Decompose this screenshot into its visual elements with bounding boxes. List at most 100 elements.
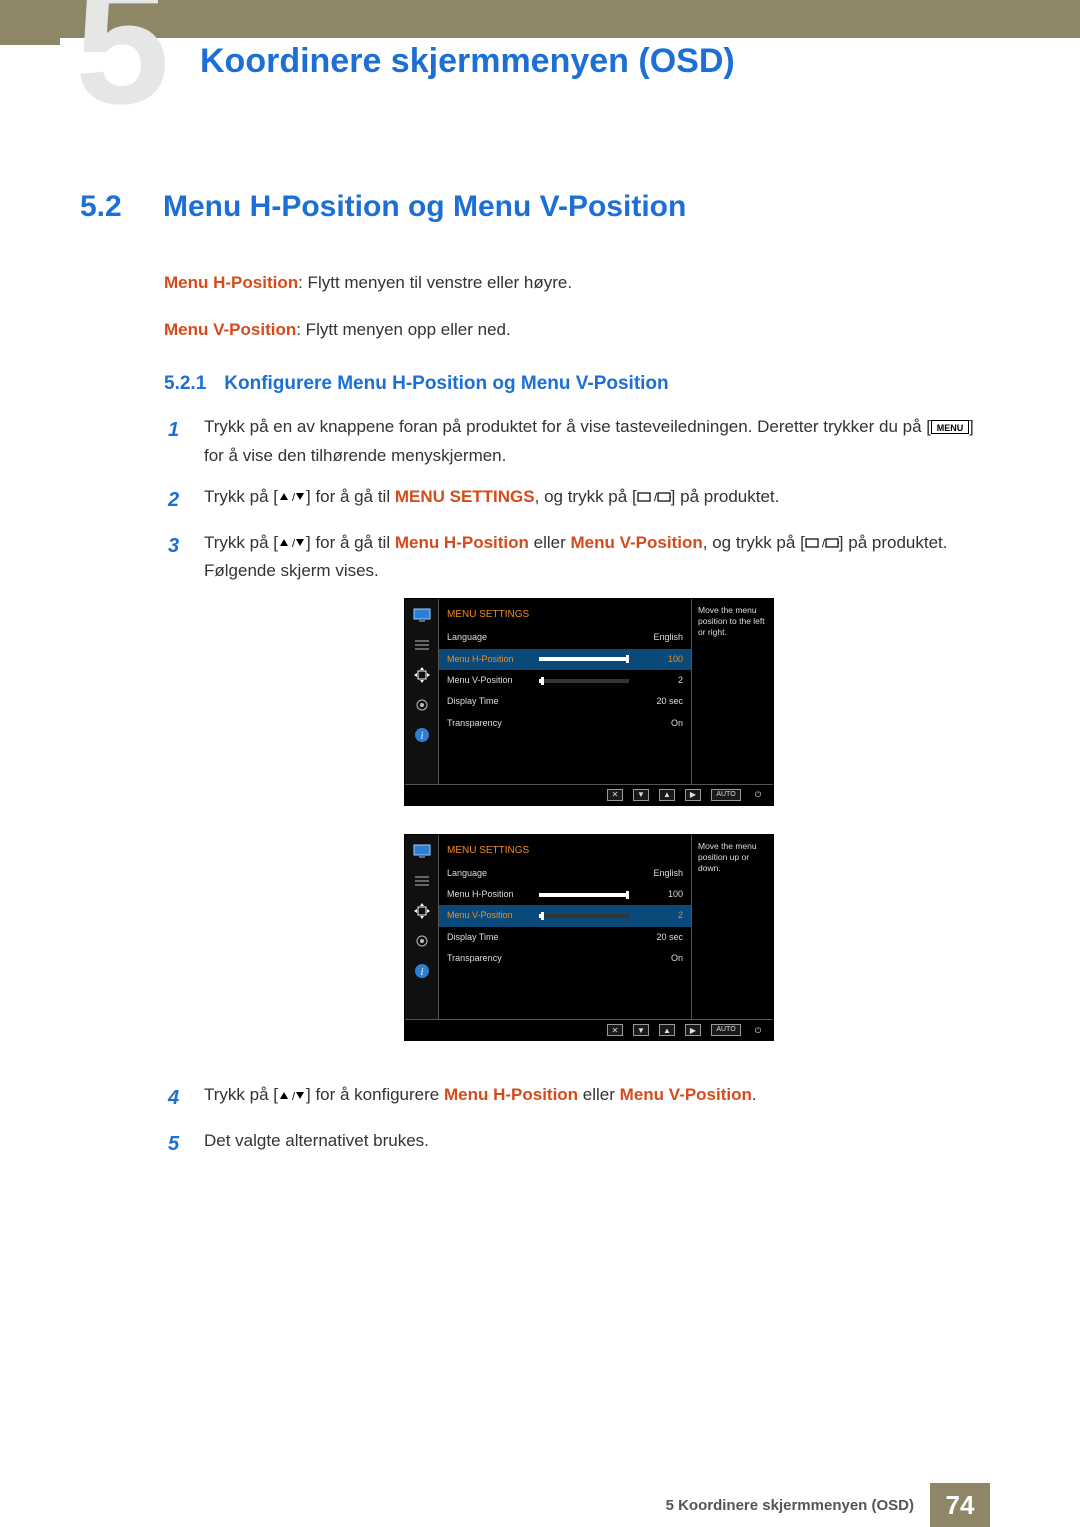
row-val: On	[639, 716, 683, 731]
step-list: 1 Trykk på en av knappene foran på produ…	[168, 413, 980, 1162]
s4f: .	[752, 1085, 757, 1104]
row-label: Menu V-Position	[447, 673, 539, 688]
osd-title: MENU SETTINGS	[439, 835, 691, 863]
slider-bar	[539, 893, 629, 897]
row-label: Language	[447, 866, 539, 881]
down-icon: ▼	[633, 789, 649, 801]
s4e: Menu V-Position	[620, 1085, 752, 1104]
svg-text:i: i	[420, 967, 423, 978]
v-text: : Flytt menyen opp eller ned.	[296, 320, 511, 339]
s2d: , og trykk på [	[535, 487, 637, 506]
h-label: Menu H-Position	[164, 273, 298, 292]
svg-text:i: i	[420, 731, 423, 742]
close-icon: ✕	[607, 1024, 623, 1036]
power-icon: ⏻	[751, 789, 765, 801]
osd-tip: Move the menu position to the left or ri…	[691, 599, 773, 783]
subsection-number: 5.2.1	[164, 373, 206, 395]
s4a: Trykk på [	[204, 1085, 278, 1104]
osd-bottom-bar: ✕ ▼ ▲ ▶ AUTO ⏻	[405, 784, 773, 805]
step-3: 3 Trykk på [/] for å gå til Menu H-Posit…	[168, 529, 980, 1070]
up-icon: ▲	[659, 789, 675, 801]
chapter-number-large: 5	[75, 0, 170, 130]
row-label: Menu V-Position	[447, 908, 539, 923]
step-num: 3	[168, 529, 186, 1070]
osd-tip: Move the menu position up or down.	[691, 835, 773, 1019]
power-icon: ⏻	[751, 1024, 765, 1036]
top-band	[60, 0, 1080, 38]
menu-button-icon: MENU	[931, 420, 969, 434]
osd-row-transparency: Transparency On	[439, 713, 691, 734]
auto-button: AUTO	[711, 789, 741, 801]
up-down-icon: /	[278, 491, 306, 503]
slider-bar	[539, 657, 629, 661]
list-icon	[412, 637, 432, 653]
s2e: ] på produktet.	[671, 487, 780, 506]
row-label: Display Time	[447, 694, 539, 709]
osd-1: i MENU SETTINGS LanguageEnglish Menu H-P…	[404, 598, 774, 805]
subsection-title: Konfigurere Menu H-Position og Menu V-Po…	[224, 373, 668, 395]
row-val: 100	[639, 652, 683, 667]
row-label: Menu H-Position	[447, 887, 539, 902]
s5: Det valgte alternativet brukes.	[204, 1127, 980, 1161]
info-icon: i	[412, 727, 432, 743]
osd-row-language: LanguageEnglish	[439, 627, 691, 648]
footer-page-number: 74	[930, 1483, 990, 1527]
s3c: Menu H-Position	[395, 533, 529, 552]
osd-sidebar: i	[405, 835, 439, 1019]
row-val: English	[639, 866, 683, 881]
osd-row-v: Menu V-Position 2	[439, 670, 691, 691]
section-title: Menu H-Position og Menu V-Position	[163, 190, 686, 224]
svg-text:/: /	[292, 538, 296, 549]
s2c: MENU SETTINGS	[395, 487, 535, 506]
body: Menu H-Position: Flytt menyen til venstr…	[164, 269, 980, 1161]
osd-sidebar: i	[405, 599, 439, 783]
gear-icon	[412, 697, 432, 713]
position-icon	[412, 903, 432, 919]
up-down-icon: /	[278, 1090, 306, 1102]
osd-row-h-selected: Menu H-Position100	[439, 649, 691, 670]
slider-bar	[539, 679, 629, 683]
position-icon	[412, 667, 432, 683]
svg-text:MENU: MENU	[937, 423, 964, 433]
section-number: 5.2	[80, 190, 135, 224]
monitor-icon	[412, 607, 432, 623]
svg-text:/: /	[292, 492, 296, 503]
close-icon: ✕	[607, 789, 623, 801]
s4b: ] for å konfigurere	[306, 1085, 444, 1104]
row-label: Display Time	[447, 930, 539, 945]
chapter-title: Koordinere skjermmenyen (OSD)	[200, 42, 735, 81]
info-icon: i	[412, 963, 432, 979]
step-num: 2	[168, 483, 186, 517]
osd-row-language: Language English	[439, 863, 691, 884]
row-val: On	[639, 951, 683, 966]
section-heading: 5.2 Menu H-Position og Menu V-Position	[80, 190, 990, 224]
step-num: 1	[168, 413, 186, 471]
list-icon	[412, 873, 432, 889]
row-val: 100	[639, 887, 683, 902]
subsection-heading: 5.2.1 Konfigurere Menu H-Position og Men…	[164, 373, 980, 395]
s3b: ] for å gå til	[306, 533, 395, 552]
osd-2: i MENU SETTINGS Language English Menu H-P…	[404, 834, 774, 1041]
footer: 5 Koordinere skjermmenyen (OSD) 74	[0, 1483, 1080, 1527]
row-val: 2	[639, 673, 683, 688]
osd-bottom-bar: ✕ ▼ ▲ ▶ AUTO ⏻	[405, 1019, 773, 1040]
osd-row-transparency: TransparencyOn	[439, 948, 691, 969]
right-icon: ▶	[685, 1024, 701, 1036]
osd-row-v-selected: Menu V-Position2	[439, 905, 691, 926]
step-1: 1 Trykk på en av knappene foran på produ…	[168, 413, 980, 471]
row-val: 20 sec	[639, 694, 683, 709]
row-label: Transparency	[447, 716, 539, 731]
s1a: Trykk på en av knappene foran på produkt…	[204, 417, 931, 436]
osd-main: MENU SETTINGS LanguageEnglish Menu H-Pos…	[439, 599, 691, 783]
up-down-icon: /	[278, 537, 306, 549]
step-num: 5	[168, 1127, 186, 1161]
monitor-icon	[412, 843, 432, 859]
content-area: 5.2 Menu H-Position og Menu V-Position M…	[80, 190, 990, 1173]
v-label: Menu V-Position	[164, 320, 296, 339]
auto-button: AUTO	[711, 1024, 741, 1036]
osd-row-display-time: Display Time 20 sec	[439, 691, 691, 712]
s2b: ] for å gå til	[306, 487, 395, 506]
osd-main: MENU SETTINGS Language English Menu H-Pos…	[439, 835, 691, 1019]
svg-text:/: /	[292, 1091, 296, 1102]
s2a: Trykk på [	[204, 487, 278, 506]
